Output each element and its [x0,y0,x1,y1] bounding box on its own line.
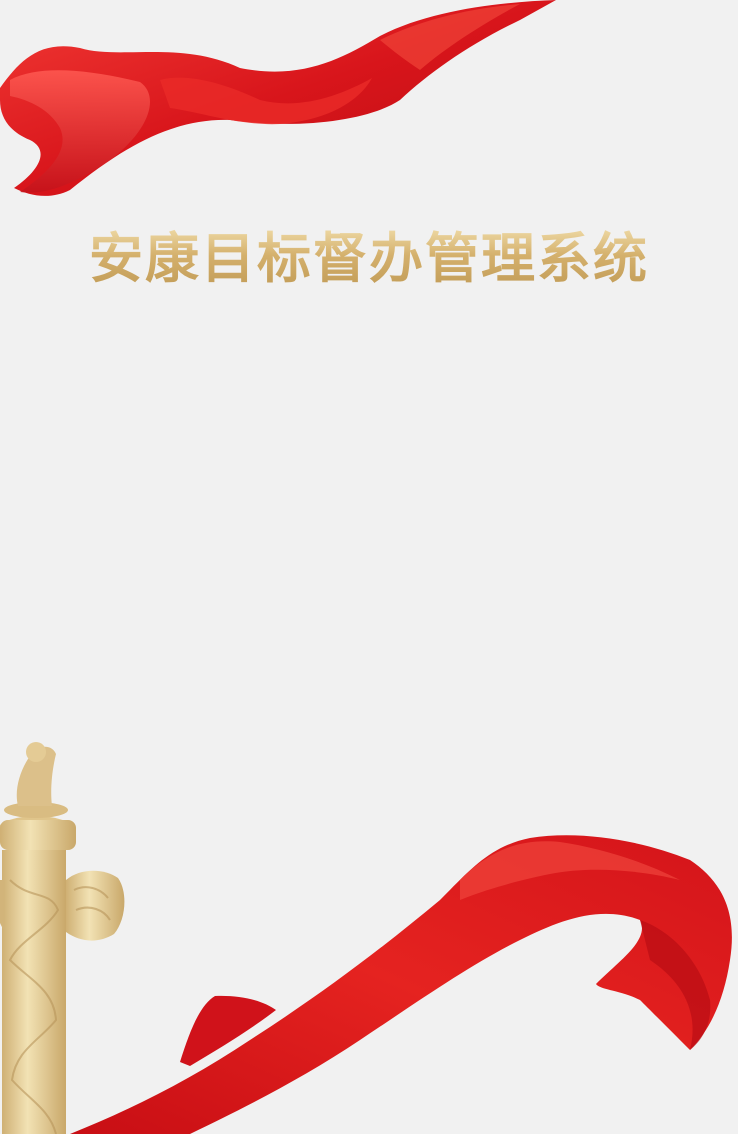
huabiao-pillar [0,742,125,1134]
bottom-red-ribbon [70,835,732,1134]
bottom-decoration [0,742,732,1134]
splash-screen: 安康目标督办管理系统 [0,0,738,1134]
